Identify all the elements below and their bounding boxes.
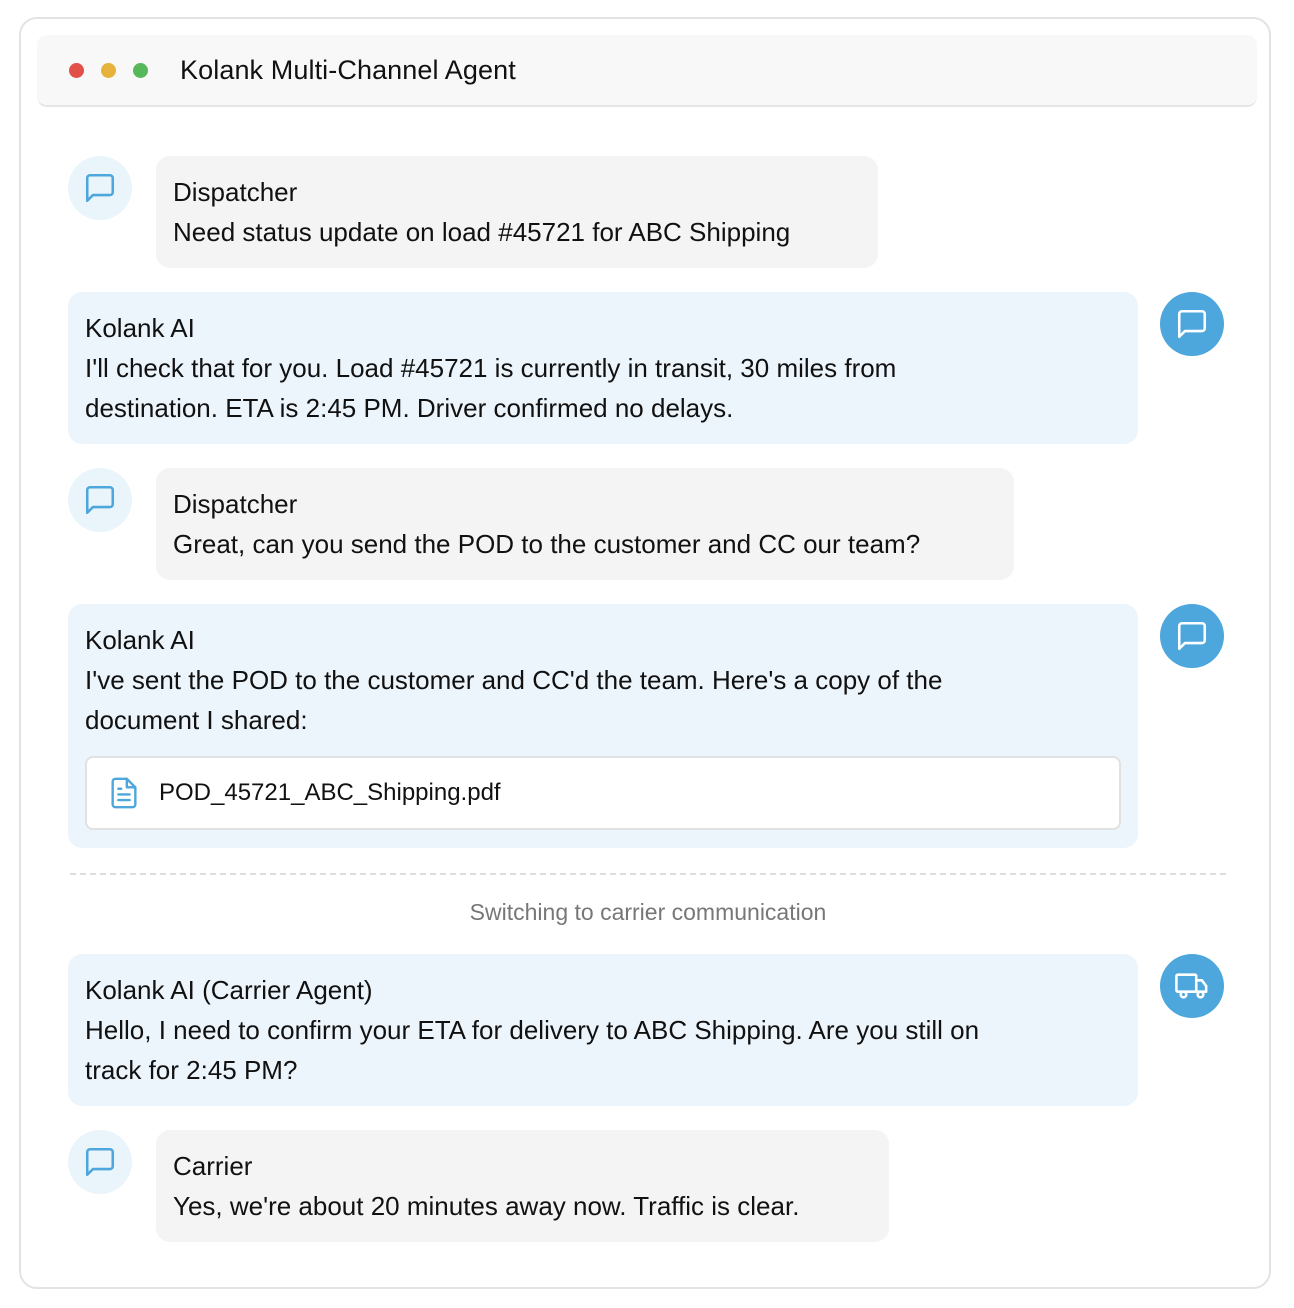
message-text: Great, can you send the POD to the custo… [173,529,921,559]
message-text-line: I'll check that for you. Load #45721 is … [85,353,897,383]
message-bubble-ai: Kolank AI I'll check that for you. Load … [68,292,1138,444]
message-sender: Kolank AI [85,625,195,655]
message-bubble-carrier-agent: Kolank AI (Carrier Agent) Hello, I need … [68,954,1138,1106]
message-bubble-carrier: Carrier Yes, we're about 20 minutes away… [156,1130,889,1242]
message-square-icon [85,1147,115,1177]
file-attachment[interactable]: POD_45721_ABC_Shipping.pdf [85,756,1121,830]
truck-icon [1175,973,1208,999]
message-text-line: I've sent the POD to the customer and CC… [85,665,943,695]
app-window: Kolank Multi-Channel Agent Dispatcher Ne… [19,17,1271,1289]
window-title: Kolank Multi-Channel Agent [180,55,516,85]
message-text-line: document I shared: [85,705,308,735]
dispatcher-avatar [68,468,132,532]
ai-avatar [1160,604,1224,668]
minimize-window-button[interactable] [101,63,116,78]
carrier-agent-avatar [1160,954,1224,1018]
attachment-filename: POD_45721_ABC_Shipping.pdf [159,779,501,806]
message-text: Need status update on load #45721 for AB… [173,217,791,247]
message-sender: Kolank AI [85,313,195,343]
dispatcher-avatar [68,156,132,220]
message-sender: Dispatcher [173,177,298,207]
file-text-icon [111,777,137,809]
close-window-button[interactable] [69,63,84,78]
title-bar: Kolank Multi-Channel Agent [37,35,1257,107]
message-square-icon [1177,621,1207,651]
message-bubble-ai: Kolank AI I've sent the POD to the custo… [68,604,1138,848]
message-bubble-dispatcher: Dispatcher Need status update on load #4… [156,156,878,268]
message-square-icon [85,485,115,515]
message-sender: Kolank AI (Carrier Agent) [85,975,373,1005]
ai-avatar [1160,292,1224,356]
message-text-line: track for 2:45 PM? [85,1055,298,1085]
message-square-icon [85,173,115,203]
channel-switch-note: Switching to carrier communication [469,899,827,925]
carrier-avatar [68,1130,132,1194]
message-text-line: destination. ETA is 2:45 PM. Driver conf… [85,393,734,423]
message-text: Yes, we're about 20 minutes away now. Tr… [173,1191,800,1221]
message-sender: Carrier [173,1151,253,1181]
message-square-icon [1177,309,1207,339]
message-bubble-dispatcher: Dispatcher Great, can you send the POD t… [156,468,1014,580]
message-text-line: Hello, I need to confirm your ETA for de… [85,1015,980,1045]
message-sender: Dispatcher [173,489,298,519]
maximize-window-button[interactable] [133,63,148,78]
section-divider [70,873,1226,875]
